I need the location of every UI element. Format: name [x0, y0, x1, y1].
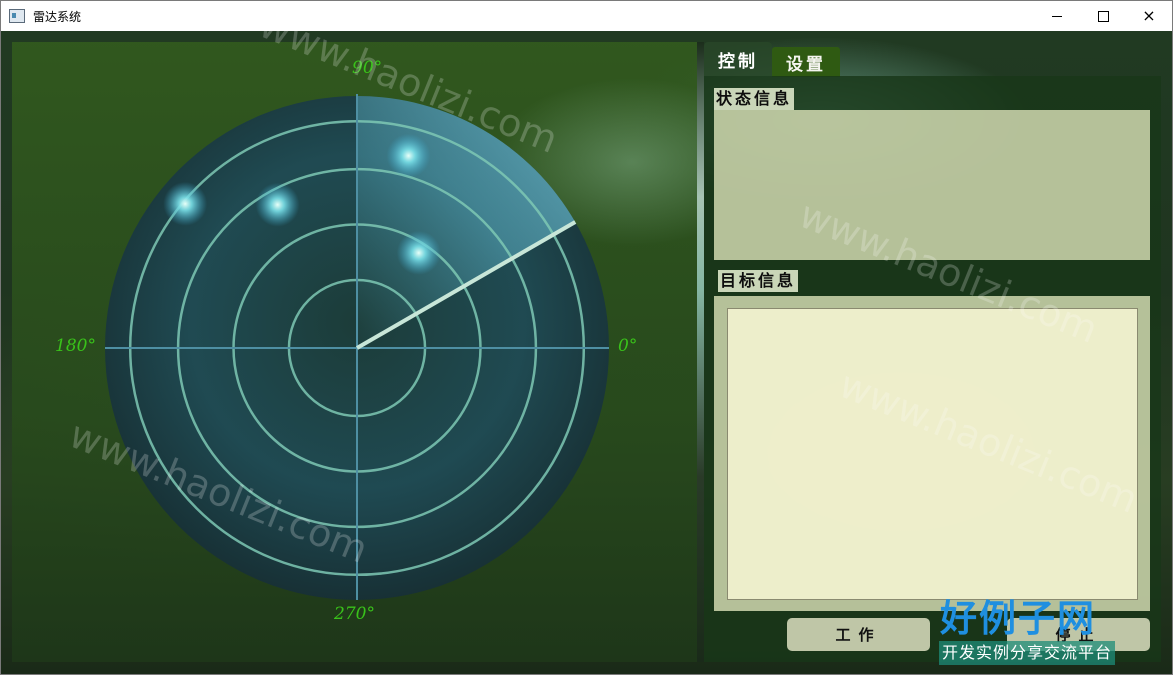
brand-subtitle: 开发实例分享交流平台: [939, 641, 1116, 665]
radar-panel: 90° 180° 0° 270°: [12, 42, 697, 662]
maximize-icon: [1097, 10, 1109, 22]
radar-target-blip: [255, 182, 300, 227]
radar-target-blip: [163, 181, 208, 226]
work-button[interactable]: 工作: [787, 618, 930, 651]
target-info-area[interactable]: [727, 308, 1138, 600]
target-info-label: 目标信息: [718, 270, 799, 292]
close-icon: ×: [1142, 6, 1156, 25]
radar-display: [105, 94, 609, 600]
app-icon: [9, 9, 25, 23]
angle-label-270: 270°: [334, 604, 375, 624]
close-button[interactable]: ×: [1126, 1, 1172, 31]
status-info-label: 状态信息: [714, 88, 795, 110]
title-bar[interactable]: 雷达系统 ×: [1, 1, 1172, 31]
radar-target-blip: [386, 133, 431, 178]
minimize-button[interactable]: [1034, 1, 1080, 31]
maximize-button[interactable]: [1080, 1, 1126, 31]
status-info-area[interactable]: [714, 110, 1150, 260]
minimize-icon: [1052, 15, 1062, 17]
tab-control[interactable]: 控制: [704, 42, 772, 76]
brand-logo-text: 好例子网: [940, 596, 1096, 640]
panel-divider: [697, 42, 704, 662]
angle-label-180: 180°: [55, 336, 96, 356]
tab-settings[interactable]: 设置: [772, 47, 840, 77]
radar-target-blip: [396, 230, 441, 275]
angle-label-0: 0°: [618, 336, 638, 356]
window-title: 雷达系统: [33, 9, 82, 24]
window-controls: ×: [1034, 1, 1172, 31]
angle-label-90: 90°: [352, 58, 383, 78]
